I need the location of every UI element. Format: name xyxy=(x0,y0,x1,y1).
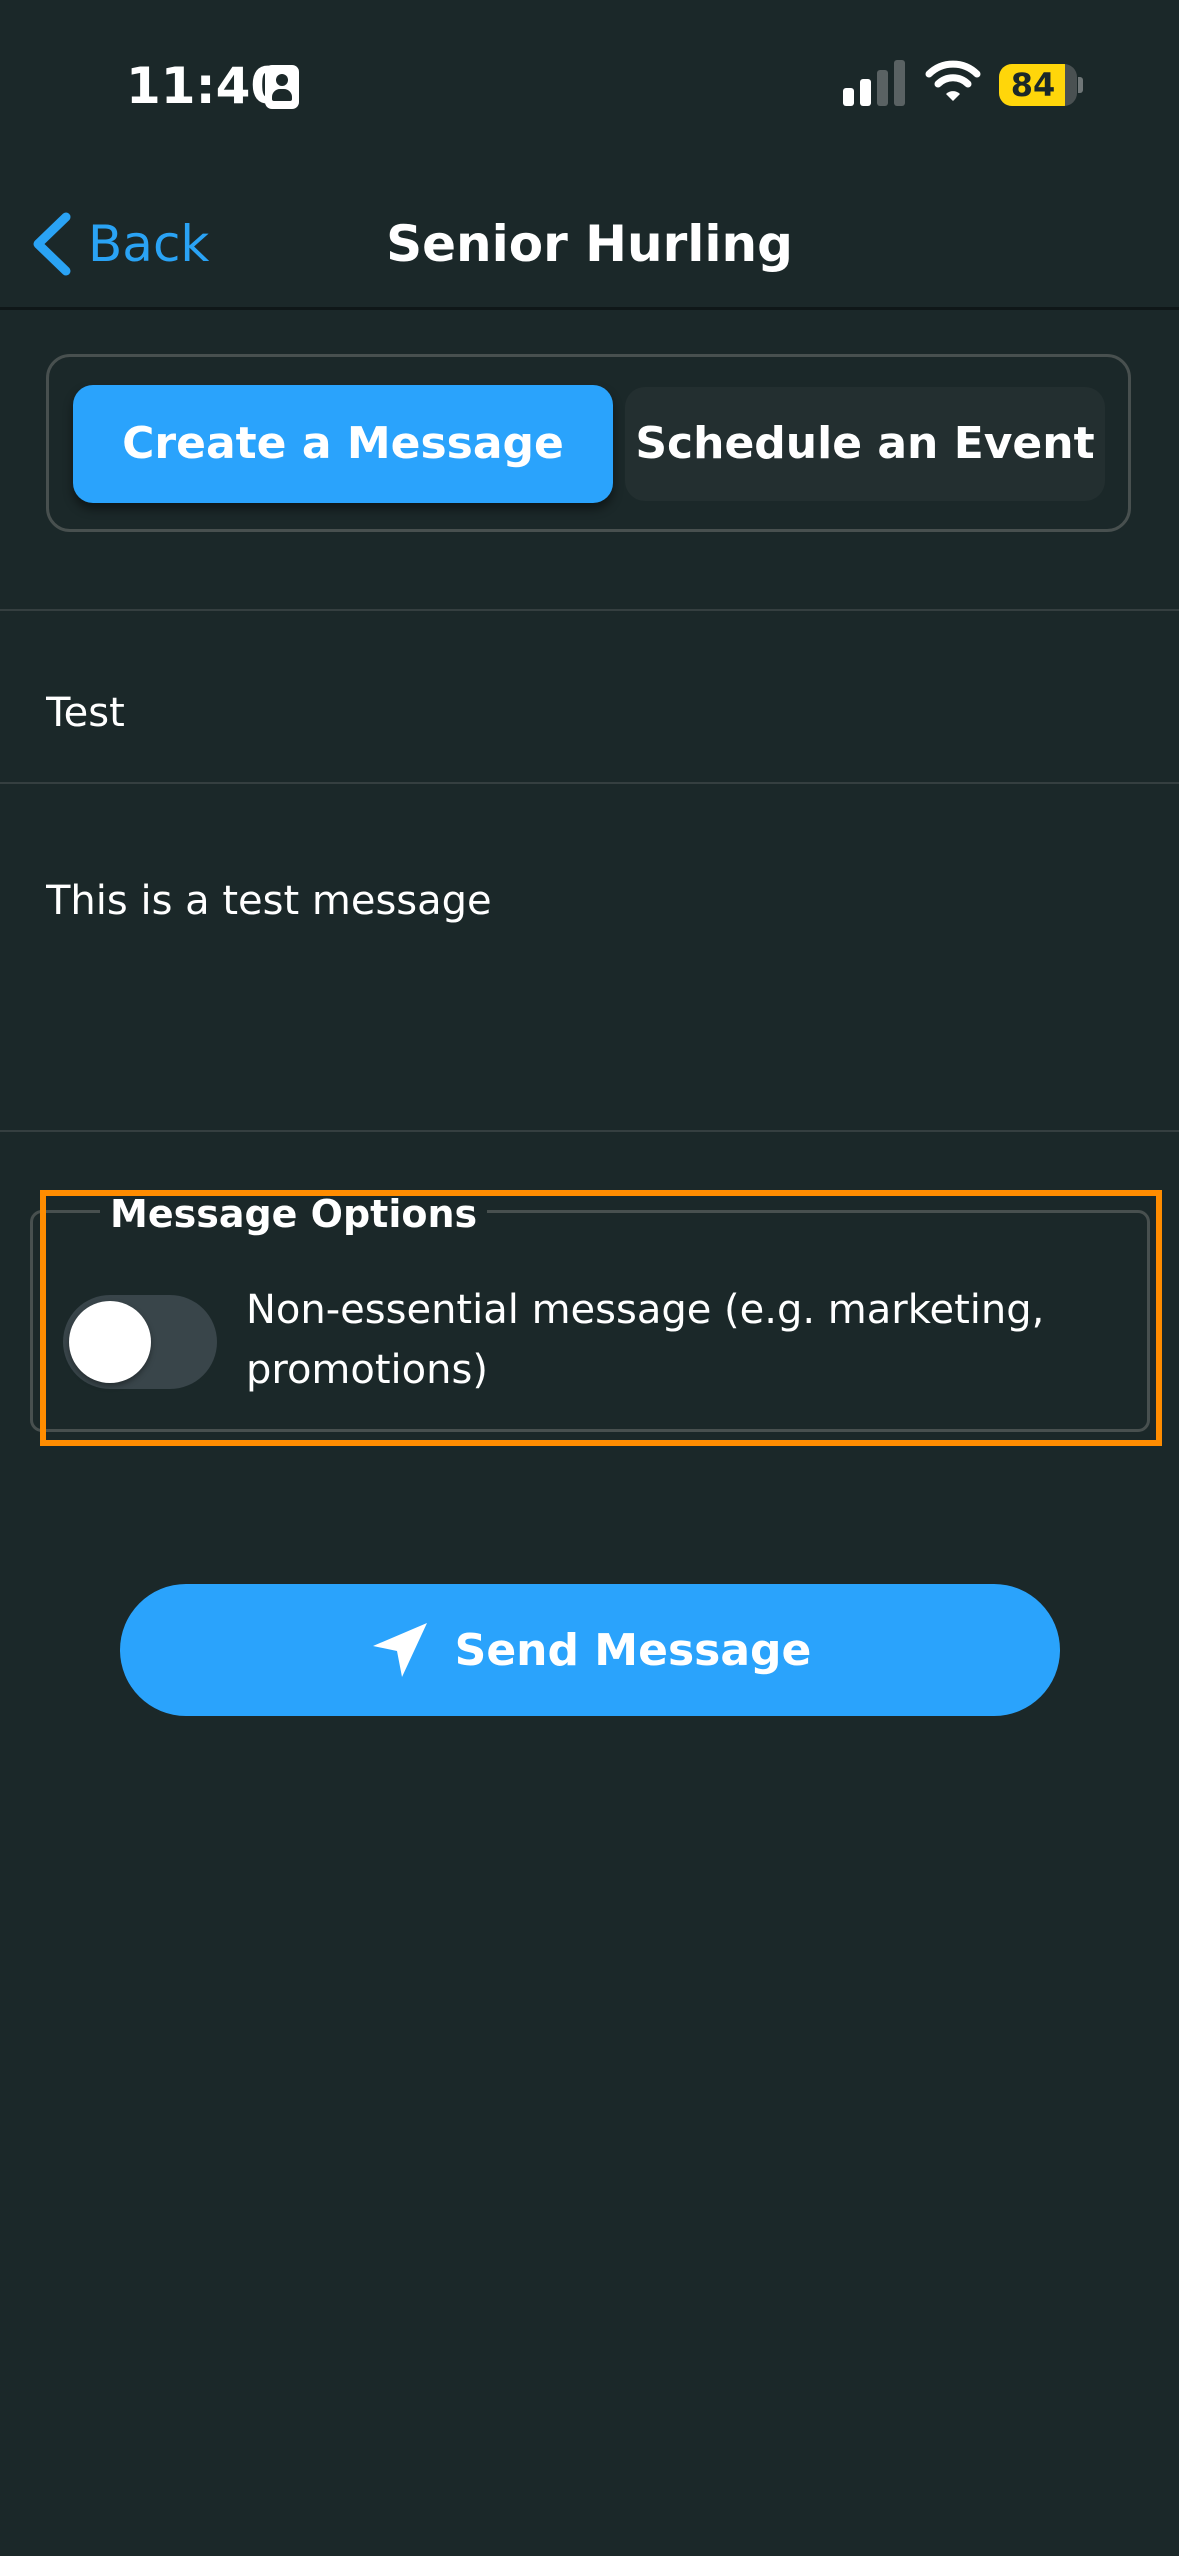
send-arrow-icon xyxy=(372,1623,427,1677)
battery-icon: 84 xyxy=(999,64,1077,106)
tab-schedule-event[interactable]: Schedule an Event xyxy=(625,387,1105,501)
chevron-left-icon xyxy=(33,212,71,276)
send-message-button[interactable]: Send Message xyxy=(120,1584,1060,1716)
toggle-knob xyxy=(69,1301,151,1383)
tab-create-message[interactable]: Create a Message xyxy=(73,385,613,503)
message-body-input[interactable]: This is a test message xyxy=(46,868,1136,1108)
back-label: Back xyxy=(88,215,210,273)
back-button[interactable]: Back xyxy=(28,208,209,280)
contact-card-icon xyxy=(265,65,299,109)
nav-divider xyxy=(0,307,1179,310)
wifi-icon xyxy=(925,60,981,101)
subject-input[interactable] xyxy=(46,680,1136,746)
battery-percent: 84 xyxy=(1010,66,1056,104)
cellular-signal-icon xyxy=(843,60,905,106)
battery-cap xyxy=(1078,77,1083,93)
send-message-label: Send Message xyxy=(454,1624,812,1676)
divider xyxy=(0,609,1179,611)
status-time: 11:40 xyxy=(126,57,286,115)
divider xyxy=(0,1130,1179,1132)
non-essential-toggle[interactable] xyxy=(63,1295,217,1389)
non-essential-label: Non-essential message (e.g. marketing, p… xyxy=(246,1287,1045,1393)
message-options-legend: Message Options xyxy=(100,1186,488,1242)
divider xyxy=(0,782,1179,784)
